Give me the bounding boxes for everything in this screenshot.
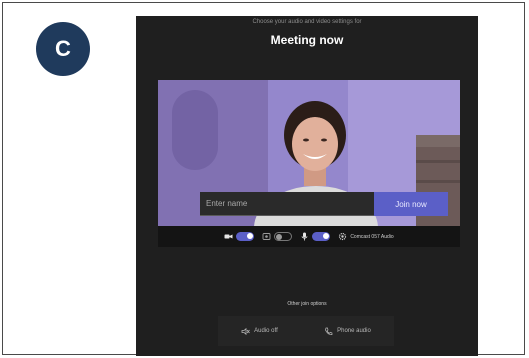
camera-toggle[interactable] bbox=[236, 232, 255, 241]
video-preview-panel: Join now bbox=[158, 80, 460, 247]
teams-prejoin-screen: Choose your audio and video settings for… bbox=[136, 16, 478, 356]
settings-gear-icon bbox=[338, 232, 347, 241]
phone-audio-option[interactable]: Phone audio bbox=[324, 327, 371, 336]
background-effects-icon bbox=[262, 232, 271, 241]
background-blur-control bbox=[262, 232, 293, 241]
name-input[interactable] bbox=[200, 192, 374, 216]
panel-label-badge: C bbox=[36, 22, 90, 76]
speaker-off-icon bbox=[241, 327, 250, 336]
other-join-options: Audio off Phone audio bbox=[218, 316, 394, 346]
join-form: Join now bbox=[200, 192, 448, 216]
camera-control bbox=[224, 232, 255, 241]
microphone-control bbox=[300, 232, 331, 241]
other-join-options-label: Other join options bbox=[287, 301, 327, 307]
phone-icon bbox=[324, 327, 333, 336]
audio-off-label: Audio off bbox=[254, 328, 278, 334]
camera-icon bbox=[224, 232, 233, 241]
audio-off-option[interactable]: Audio off bbox=[241, 327, 278, 336]
settings-subtitle: Choose your audio and video settings for bbox=[252, 19, 362, 25]
microphone-icon bbox=[300, 232, 309, 241]
audio-device-selector[interactable]: Comcast 057 Audio bbox=[338, 232, 394, 241]
microphone-toggle[interactable] bbox=[312, 232, 331, 241]
phone-audio-label: Phone audio bbox=[337, 328, 371, 334]
audio-device-label: Comcast 057 Audio bbox=[350, 233, 394, 240]
background-blur-toggle[interactable] bbox=[274, 232, 293, 241]
device-controls: Comcast 057 Audio bbox=[158, 226, 460, 247]
join-now-button[interactable]: Join now bbox=[374, 192, 448, 216]
meeting-title: Meeting now bbox=[270, 33, 344, 47]
